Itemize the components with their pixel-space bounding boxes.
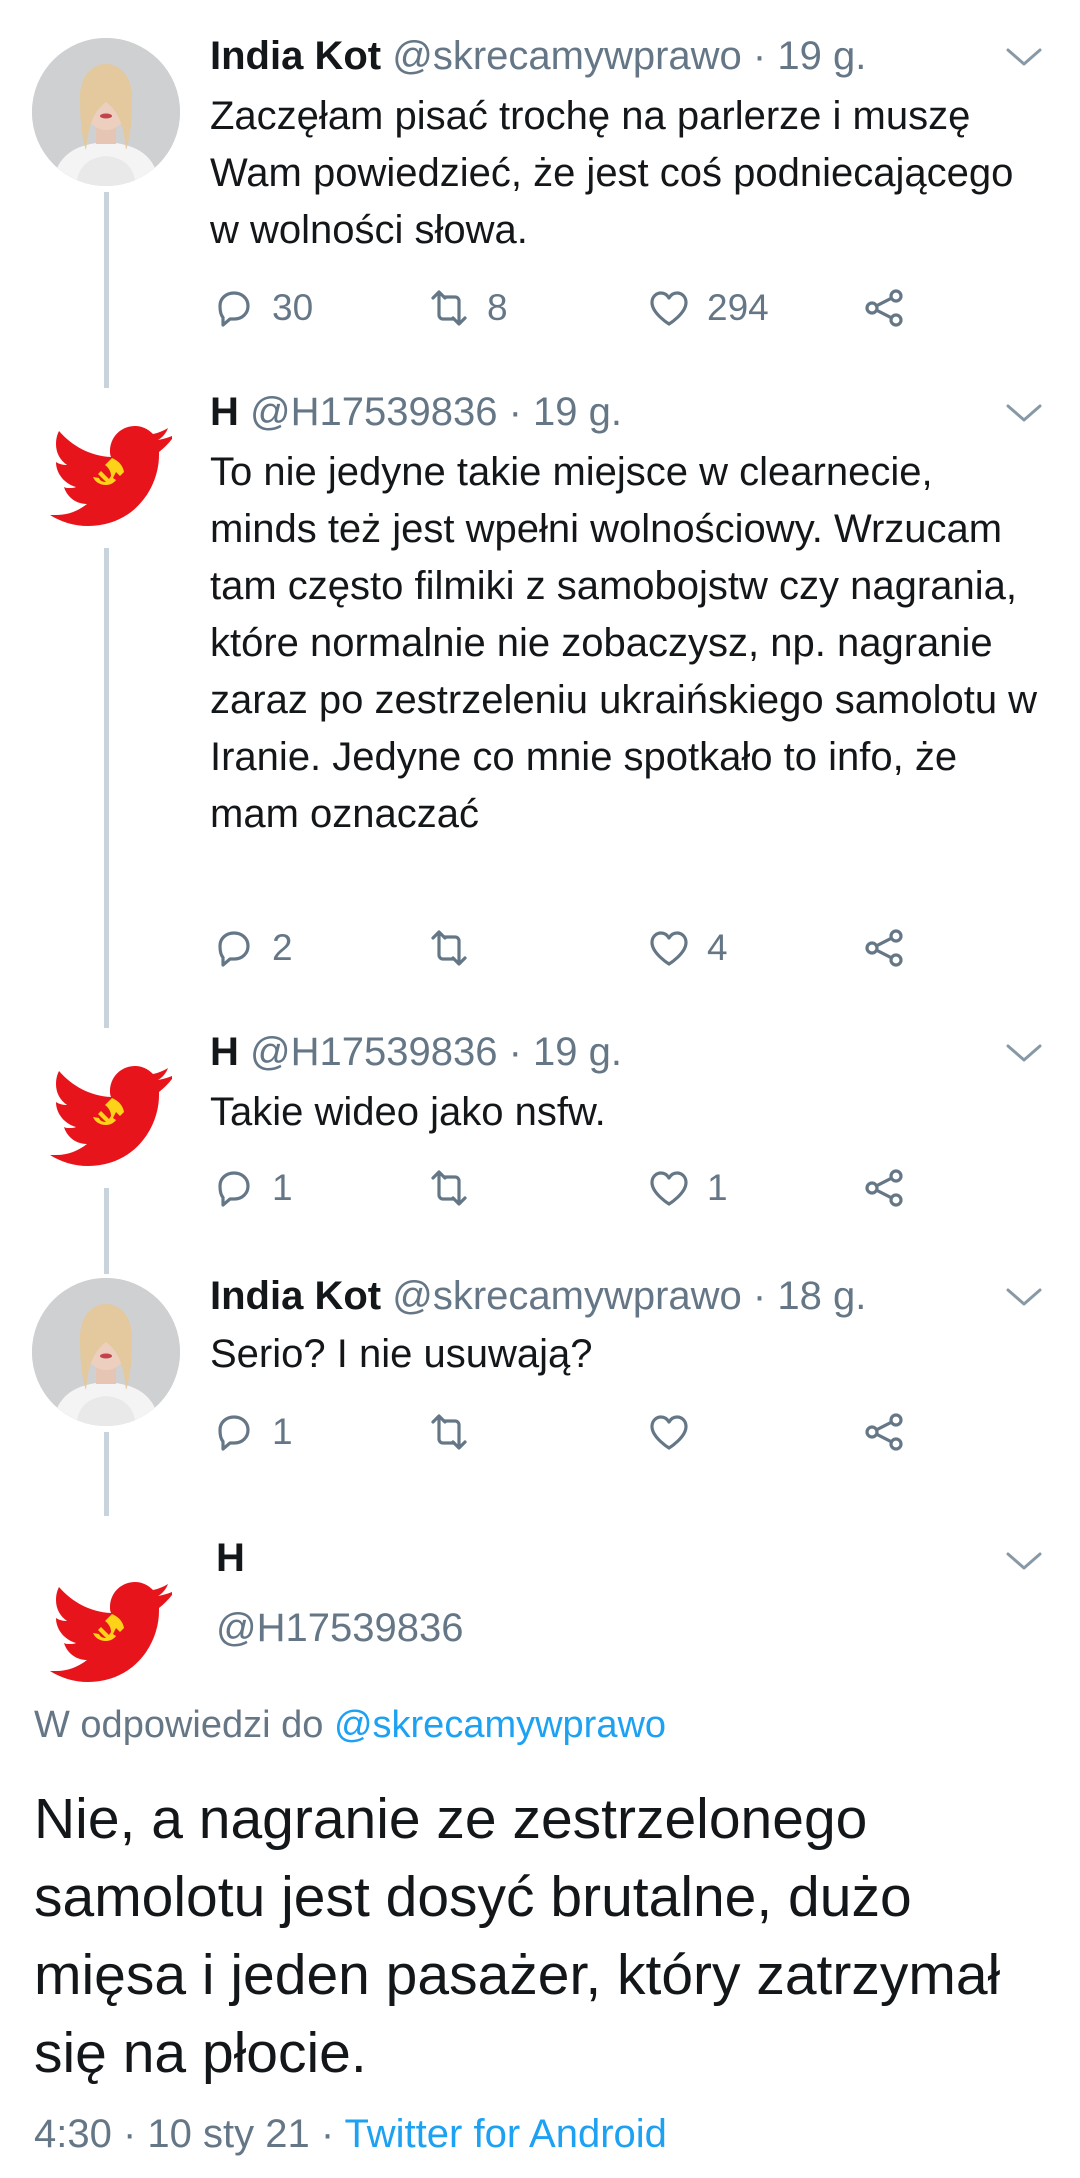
reply-button[interactable]: 30 xyxy=(210,282,313,334)
avatar[interactable] xyxy=(32,394,180,542)
tweet-header: H @H17539836 · 19 g. xyxy=(210,386,622,438)
tweet-text: Zaczęłam pisać trochę na parlerze i musz… xyxy=(210,94,1014,252)
share-button[interactable] xyxy=(860,1406,908,1458)
author-handle[interactable]: @skrecamywprawo xyxy=(392,1274,742,1318)
author-name[interactable]: H xyxy=(216,1536,245,1581)
tweet-actions: 1 1 xyxy=(210,1162,930,1214)
share-button[interactable] xyxy=(860,922,908,974)
retweet-button[interactable] xyxy=(425,1406,487,1458)
retweet-icon xyxy=(425,924,473,972)
reply-button[interactable]: 2 xyxy=(210,922,293,974)
tweet-text: Takie wideo jako nsfw. xyxy=(210,1090,606,1134)
author-name[interactable]: India Kot xyxy=(210,1274,381,1318)
share-icon xyxy=(860,284,908,332)
like-button[interactable]: 4 xyxy=(645,922,728,974)
avatar[interactable] xyxy=(32,1550,180,1698)
avatar[interactable] xyxy=(32,1034,180,1182)
like-count: 4 xyxy=(707,927,728,968)
retweet-button[interactable] xyxy=(425,1162,487,1214)
reply-count: 30 xyxy=(272,287,314,328)
chevron-down-icon[interactable] xyxy=(1005,1286,1043,1310)
reply-prefix: W odpowiedzi do xyxy=(34,1704,324,1746)
author-name[interactable]: H xyxy=(210,390,239,434)
share-icon xyxy=(860,1408,908,1456)
red-bird-icon xyxy=(32,1550,180,1698)
tweet-actions: 30 8 294 xyxy=(210,282,930,334)
focused-tweet-text: Nie, a nagranie ze zestrzelonego samolot… xyxy=(34,1787,1001,2085)
heart-icon xyxy=(645,924,693,972)
chevron-down-icon[interactable] xyxy=(1005,1042,1043,1066)
author-name[interactable]: India Kot xyxy=(210,34,381,78)
client-link[interactable]: Twitter for Android xyxy=(345,2112,667,2156)
retweet-icon xyxy=(425,1164,473,1212)
tweet-actions: 1 xyxy=(210,1406,930,1458)
thread-line xyxy=(104,192,109,388)
reply-icon xyxy=(210,1164,258,1212)
red-bird-icon xyxy=(32,394,180,542)
tweet-header: India Kot @skrecamywprawo · 19 g. xyxy=(210,30,866,82)
heart-icon xyxy=(645,1408,693,1456)
red-bird-icon xyxy=(32,1034,180,1182)
reply-button[interactable]: 1 xyxy=(210,1162,293,1214)
share-icon xyxy=(860,1164,908,1212)
tweet-text: Serio? I nie usuwają? xyxy=(210,1332,593,1376)
tweet-header: India Kot @skrecamywprawo · 18 g. xyxy=(210,1270,866,1322)
retweet-icon xyxy=(425,284,473,332)
author-handle[interactable]: @H17539836 xyxy=(250,1030,497,1074)
share-button[interactable] xyxy=(860,282,908,334)
tweet-header: H @H17539836 · 19 g. xyxy=(210,1026,622,1078)
retweet-button[interactable]: 8 xyxy=(425,282,508,334)
tweet-time[interactable]: · 18 g. xyxy=(753,1274,866,1318)
reply-to-link[interactable]: @skrecamywprawo xyxy=(334,1704,666,1746)
like-button[interactable] xyxy=(645,1406,707,1458)
tweet-time[interactable]: · 19 g. xyxy=(509,1030,622,1074)
reply-context: W odpowiedzi do @skrecamywprawo xyxy=(34,1704,666,1747)
reply-button[interactable]: 1 xyxy=(210,1406,293,1458)
retweet-icon xyxy=(425,1408,473,1456)
retweet-button[interactable] xyxy=(425,922,487,974)
retweet-count: 8 xyxy=(487,287,508,328)
reply-count: 1 xyxy=(272,1411,293,1452)
reply-icon xyxy=(210,924,258,972)
tweet-actions: 2 4 xyxy=(210,922,930,974)
heart-icon xyxy=(645,1164,693,1212)
chevron-down-icon[interactable] xyxy=(1005,46,1043,70)
avatar[interactable] xyxy=(32,1278,180,1426)
tweet-time[interactable]: · 19 g. xyxy=(753,34,866,78)
share-icon xyxy=(860,924,908,972)
tweet-timestamp: 4:30 · 10 sty 21 · xyxy=(34,2112,335,2156)
tweet-time[interactable]: · 19 g. xyxy=(509,390,622,434)
author-name[interactable]: H xyxy=(210,1030,239,1074)
like-button[interactable]: 294 xyxy=(645,282,769,334)
author-handle[interactable]: @H17539836 xyxy=(216,1606,463,1651)
like-count: 294 xyxy=(707,287,769,328)
share-button[interactable] xyxy=(860,1162,908,1214)
thread-line xyxy=(104,1432,109,1516)
chevron-down-icon[interactable] xyxy=(1005,402,1043,426)
avatar-photo-icon xyxy=(32,38,180,186)
thread-line xyxy=(104,548,109,1028)
thread-line xyxy=(104,1188,109,1274)
tweet-meta: 4:30 · 10 sty 21 · Twitter for Android xyxy=(34,2112,667,2157)
like-count: 1 xyxy=(707,1167,728,1208)
reply-icon xyxy=(210,1408,258,1456)
like-button[interactable]: 1 xyxy=(645,1162,728,1214)
avatar[interactable] xyxy=(32,38,180,186)
avatar-photo-icon xyxy=(32,1278,180,1426)
author-handle[interactable]: @skrecamywprawo xyxy=(392,34,742,78)
chevron-down-icon[interactable] xyxy=(1005,1550,1043,1574)
reply-count: 2 xyxy=(272,927,293,968)
heart-icon xyxy=(645,284,693,332)
author-handle[interactable]: @H17539836 xyxy=(250,390,497,434)
tweet-text: To nie jedyne takie miejsce w clearnecie… xyxy=(210,450,1038,836)
reply-icon xyxy=(210,284,258,332)
reply-count: 1 xyxy=(272,1167,293,1208)
